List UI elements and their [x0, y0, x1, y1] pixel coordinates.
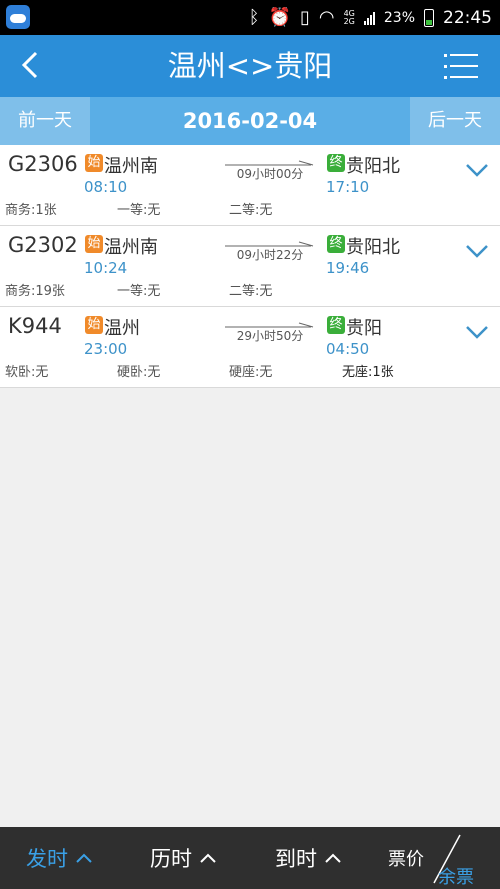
seat-availability: 商务:1张	[5, 203, 57, 218]
sort-by-duration-button[interactable]: 历时	[150, 827, 216, 889]
prev-day-button[interactable]: 前一天	[0, 97, 90, 145]
bluetooth-icon: ᛒ	[248, 6, 260, 28]
clock: 22:45	[443, 7, 492, 28]
duration: 29小时50分	[225, 319, 315, 349]
seat-availability: 硬座:无	[229, 365, 273, 380]
status-bar: ᛒ ⏰ ▯ ◠ 4G 2G 23% 22:45	[0, 0, 500, 35]
duration: 09小时22分	[225, 238, 315, 268]
date-bar: 前一天 2016-02-04 后一天	[0, 97, 500, 145]
arrival-station: 贵阳北	[346, 237, 400, 258]
chevron-down-icon[interactable]	[464, 240, 490, 262]
train-code: K944	[8, 314, 62, 338]
sort-by-arrival-button[interactable]: 到时	[275, 827, 341, 889]
train-code: G2302	[8, 233, 78, 257]
seat-availability: 商务:19张	[5, 284, 65, 299]
current-date[interactable]: 2016-02-04	[90, 97, 410, 145]
wifi-icon: ◠	[318, 6, 335, 28]
train-row[interactable]: G2302 始 温州南 10:24 09小时22分 终 贵阳北 19:46 商务…	[0, 226, 500, 307]
signal-icon	[363, 11, 375, 25]
seat-availability: 二等:无	[229, 284, 273, 299]
menu-icon[interactable]	[444, 51, 478, 81]
sort-label: 历时	[150, 847, 192, 871]
header: 温州<>贵阳	[0, 35, 500, 97]
origin-tag: 始	[85, 235, 103, 253]
origin-tag: 始	[85, 316, 103, 334]
train-row[interactable]: G2306 始 温州南 08:10 09小时00分 终 贵阳北 17:10 商务…	[0, 145, 500, 226]
departure-station: 温州南	[104, 156, 158, 177]
duration: 09小时00分	[225, 157, 315, 187]
seat-availability: 无座:1张	[342, 365, 394, 380]
terminal-tag: 终	[327, 316, 345, 334]
chevron-left-icon	[21, 51, 38, 79]
duration-text: 29小时50分	[236, 329, 304, 343]
status-icons: ᛒ ⏰ ▯ ◠ 4G 2G 23% 22:45	[249, 0, 492, 35]
train-code: G2306	[8, 152, 78, 176]
sort-label: 到时	[275, 847, 317, 871]
network-type-icon: 4G 2G	[343, 8, 355, 26]
battery-icon	[424, 8, 434, 27]
arrival-time: 19:46	[326, 259, 370, 277]
page-title: 温州<>贵阳	[167, 49, 333, 83]
duration-text: 09小时22分	[236, 248, 304, 262]
sort-bar: 发时 历时 到时 票价 余票	[0, 827, 500, 889]
terminal-tag: 终	[327, 235, 345, 253]
seat-availability: 硬卧:无	[117, 365, 161, 380]
departure-station: 温州南	[104, 237, 158, 258]
battery-percent: 23%	[383, 9, 415, 26]
sort-by-departure-button[interactable]: 发时	[26, 827, 92, 889]
seat-availability: 二等:无	[229, 203, 273, 218]
sort-label: 发时	[26, 847, 68, 871]
vibrate-icon: ▯	[299, 6, 310, 28]
departure-time: 08:10	[84, 178, 128, 196]
train-list: G2306 始 温州南 08:10 09小时00分 终 贵阳北 17:10 商务…	[0, 145, 500, 388]
next-day-button[interactable]: 后一天	[410, 97, 500, 145]
duration-text: 09小时00分	[236, 167, 304, 181]
sort-by-price-button[interactable]: 票价	[388, 845, 424, 871]
chevron-up-icon	[325, 853, 341, 863]
departure-time: 23:00	[84, 340, 128, 358]
departure-station: 温州	[104, 318, 140, 339]
arrival-station: 贵阳	[346, 318, 382, 339]
back-button[interactable]	[10, 45, 50, 85]
chevron-down-icon[interactable]	[464, 159, 490, 181]
seat-availability: 一等:无	[117, 284, 161, 299]
chevron-up-icon	[76, 853, 92, 863]
chevron-up-icon	[200, 853, 216, 863]
seat-availability: 软卧:无	[5, 365, 49, 380]
arrival-station: 贵阳北	[346, 156, 400, 177]
train-row[interactable]: K944 始 温州 23:00 29小时50分 终 贵阳 04:50 软卧:无 …	[0, 307, 500, 388]
departure-time: 10:24	[84, 259, 128, 277]
alarm-icon: ⏰	[268, 6, 291, 28]
seat-availability: 一等:无	[117, 203, 161, 218]
sort-by-remaining-button[interactable]: 余票	[438, 863, 474, 889]
arrival-time: 17:10	[326, 178, 370, 196]
cloud-app-icon	[6, 5, 30, 29]
origin-tag: 始	[85, 154, 103, 172]
terminal-tag: 终	[327, 154, 345, 172]
arrival-time: 04:50	[326, 340, 370, 358]
chevron-down-icon[interactable]	[464, 321, 490, 343]
